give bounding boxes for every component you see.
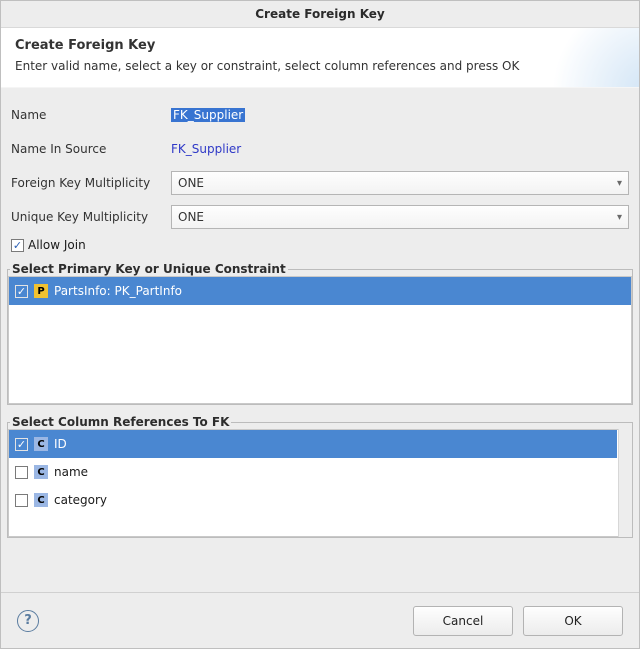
help-button[interactable]: ? xyxy=(17,610,39,632)
list-item-checkbox[interactable] xyxy=(15,438,28,451)
button-bar: ? Cancel OK xyxy=(1,592,639,648)
chevron-down-icon: ▾ xyxy=(617,178,622,189)
column-icon: C xyxy=(34,437,48,451)
dialog-header: Create Foreign Key Enter valid name, sel… xyxy=(1,27,639,88)
pk-constraint-group: Select Primary Key or Unique Constraint … xyxy=(7,262,633,405)
list-item-checkbox[interactable] xyxy=(15,466,28,479)
allow-join-label: Allow Join xyxy=(28,238,86,252)
list-item[interactable]: Ccategory xyxy=(9,486,617,514)
name-in-source-input[interactable]: FK_Supplier xyxy=(171,142,629,156)
cancel-button[interactable]: Cancel xyxy=(413,606,513,636)
pk-icon: P xyxy=(34,284,48,298)
allow-join-checkbox[interactable] xyxy=(11,239,24,252)
fk-multiplicity-select[interactable]: ONE ▾ xyxy=(171,171,629,195)
list-item-label: name xyxy=(54,465,88,479)
list-item[interactable]: C ID xyxy=(9,430,617,458)
ok-button[interactable]: OK xyxy=(523,606,623,636)
column-icon: C xyxy=(34,465,48,479)
chevron-down-icon: ▾ xyxy=(617,212,622,223)
form-area: Name FK_Supplier Name In Source FK_Suppl… xyxy=(1,88,639,258)
name-input[interactable]: FK_Supplier xyxy=(171,108,629,122)
fk-multiplicity-label: Foreign Key Multiplicity xyxy=(11,176,171,190)
name-label: Name xyxy=(11,108,171,122)
pk-constraint-legend: Select Primary Key or Unique Constraint xyxy=(10,262,288,276)
header-title: Create Foreign Key xyxy=(15,38,625,53)
pk-constraint-list[interactable]: P PartsInfo: PK_PartInfo xyxy=(8,276,632,404)
header-description: Enter valid name, select a key or constr… xyxy=(15,59,625,73)
column-icon: C xyxy=(34,493,48,507)
list-item-label: PartsInfo: PK_PartInfo xyxy=(54,284,182,298)
scrollbar[interactable] xyxy=(618,429,632,537)
column-refs-legend: Select Column References To FK xyxy=(10,415,231,429)
column-refs-group: Select Column References To FK CIDCnameC… xyxy=(7,415,633,538)
list-item-checkbox[interactable] xyxy=(15,285,28,298)
list-item-label: ID xyxy=(54,437,67,451)
uk-multiplicity-select[interactable]: ONE ▾ xyxy=(171,205,629,229)
name-in-source-label: Name In Source xyxy=(11,142,171,156)
window-title: Create Foreign Key xyxy=(1,1,639,27)
column-refs-list[interactable]: CIDCnameCcategory xyxy=(8,429,632,537)
help-icon: ? xyxy=(24,613,32,628)
uk-multiplicity-label: Unique Key Multiplicity xyxy=(11,210,171,224)
list-item-label: category xyxy=(54,493,107,507)
list-item[interactable]: P PartsInfo: PK_PartInfo xyxy=(9,277,631,305)
list-item-checkbox[interactable] xyxy=(15,494,28,507)
list-item[interactable]: Cname xyxy=(9,458,617,486)
